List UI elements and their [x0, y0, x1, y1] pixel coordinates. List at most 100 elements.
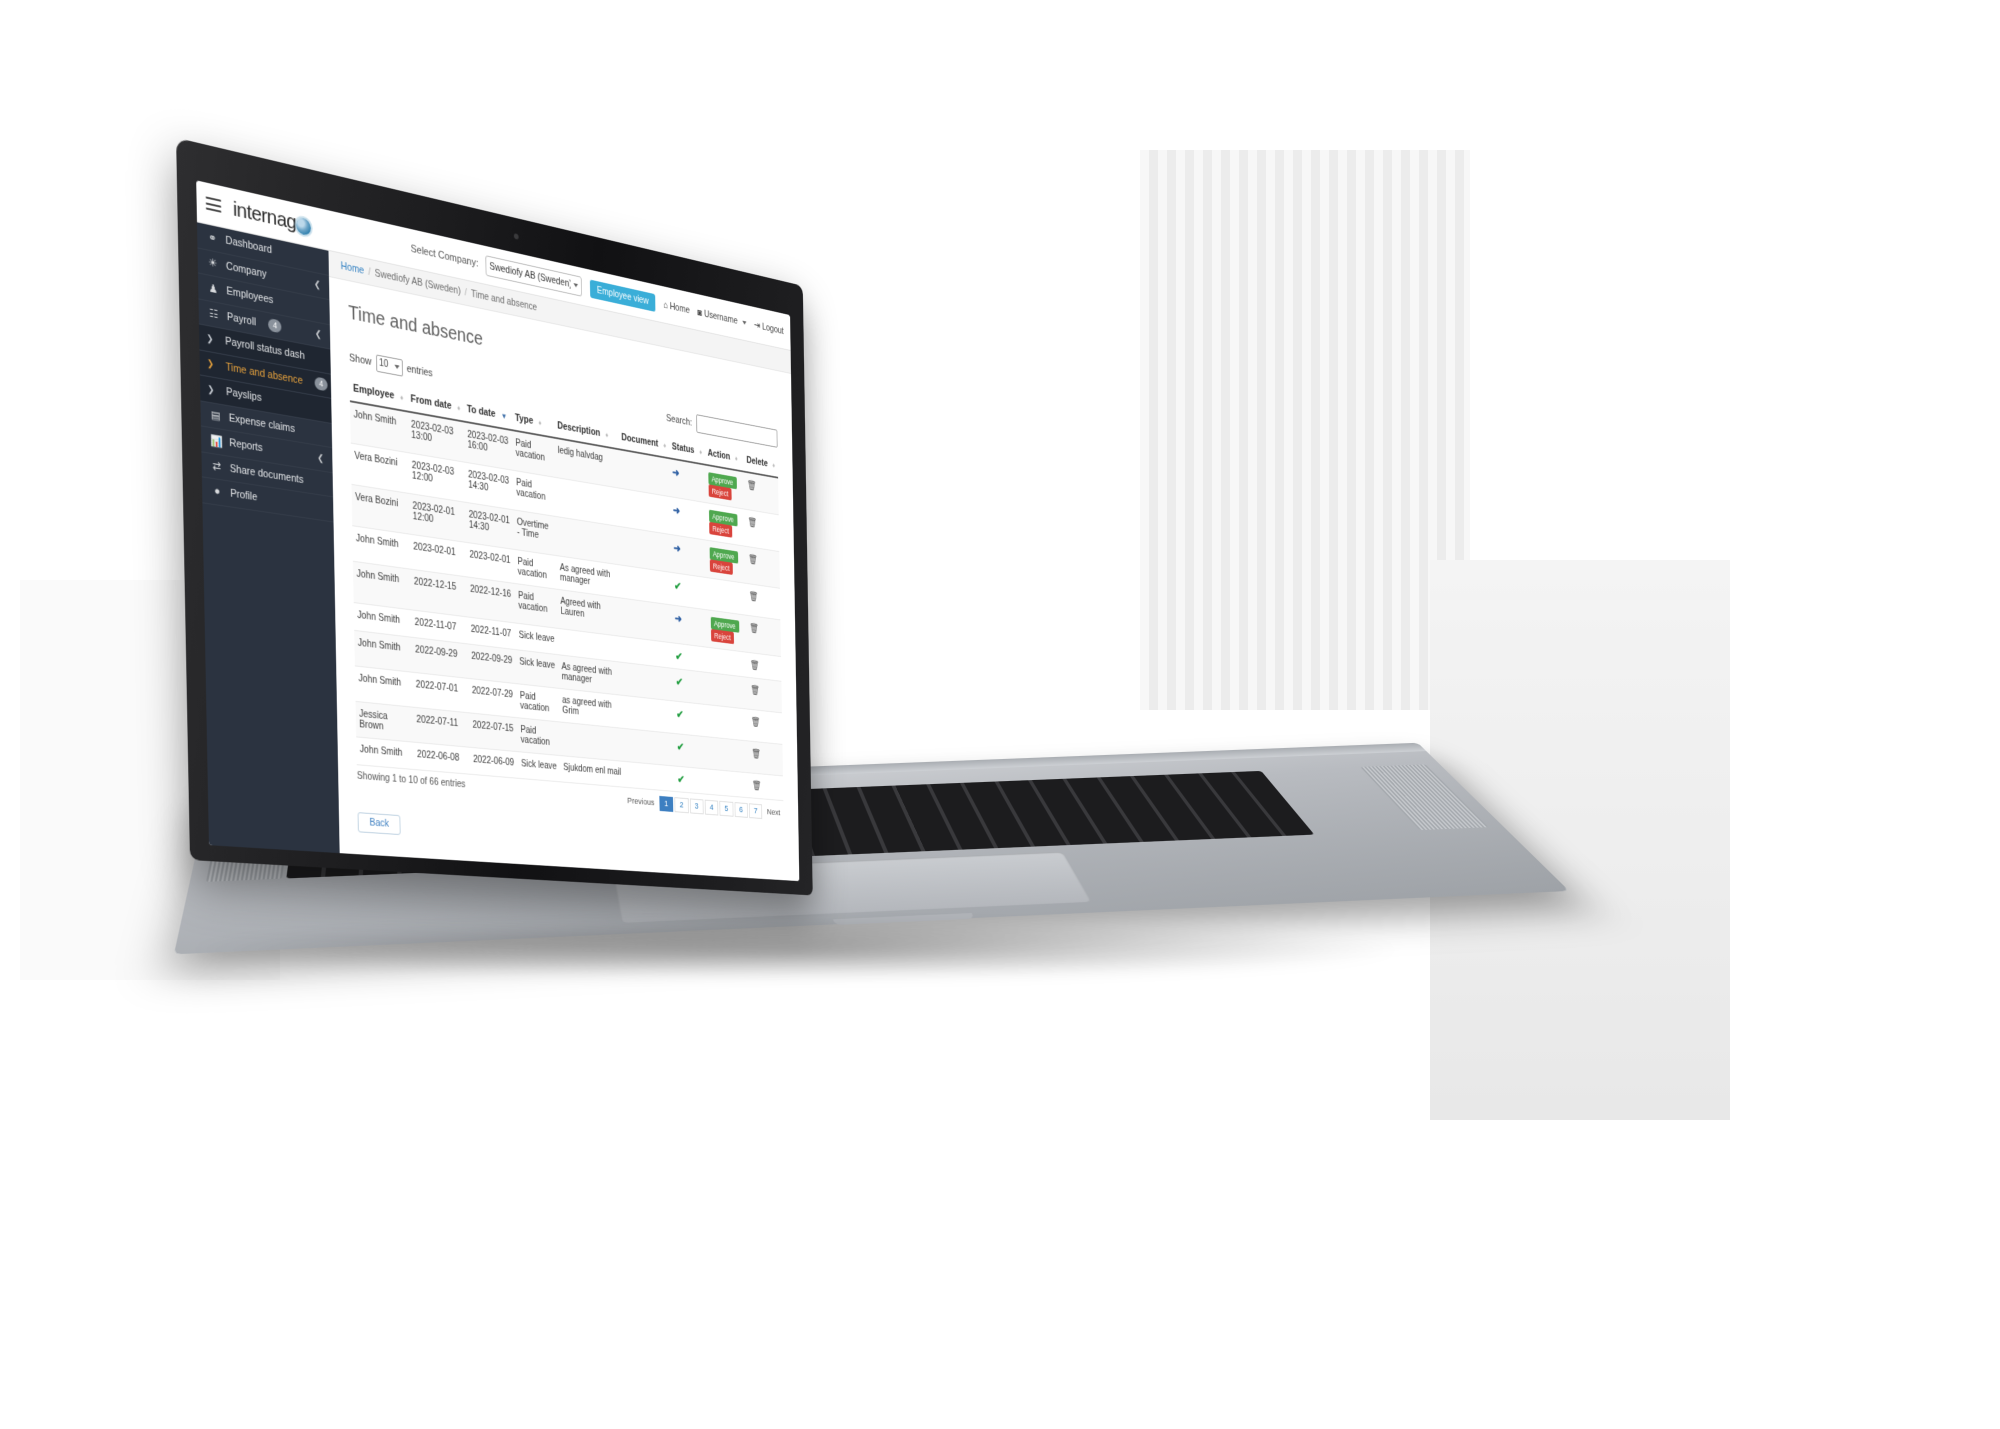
cell-type: Paid vacation — [513, 470, 556, 516]
cell-type: Overtime - Time — [513, 510, 556, 556]
sidebar-item-label: Profile — [230, 488, 257, 504]
trash-icon[interactable]: 🗑 — [748, 554, 758, 566]
nav-logout-label: Logout — [762, 321, 784, 336]
laptop-screen-bezel: internago Select Company: Swediofy AB (S… — [196, 180, 799, 881]
col-label: From date — [411, 394, 452, 412]
col-label: Delete — [746, 456, 767, 469]
trash-icon[interactable]: 🗑 — [751, 749, 761, 760]
trash-icon[interactable]: 🗑 — [752, 780, 762, 791]
sidebar-item-label: Employees — [226, 285, 273, 306]
cell-type: Sick leave — [516, 650, 559, 689]
cell-to-date: 2022-12-16 — [467, 577, 516, 623]
chevron-left-icon: ❮ — [315, 328, 322, 340]
pagination-page-1[interactable]: 1 — [659, 796, 673, 812]
cell-action — [710, 737, 749, 773]
user-icon: ◙ — [697, 307, 702, 318]
cell-delete: 🗑 — [748, 741, 782, 776]
cell-action — [709, 673, 748, 709]
pagination-page-7[interactable]: 7 — [749, 803, 762, 819]
trash-icon[interactable]: 🗑 — [749, 591, 759, 603]
col-label: Action — [708, 449, 731, 463]
employee-view-button[interactable]: Employee view — [590, 279, 655, 311]
people-icon: ♟ — [207, 281, 219, 296]
sidebar-badge: 4 — [315, 377, 328, 392]
check-icon: ✔ — [674, 579, 681, 592]
col-label: To date — [467, 404, 496, 419]
search-input[interactable] — [696, 414, 777, 448]
trash-icon[interactable]: 🗑 — [747, 480, 757, 492]
pagination-page-6[interactable]: 6 — [734, 802, 748, 818]
cell-delete: 🗑 — [749, 773, 783, 801]
cell-from-date: 2022-07-11 — [413, 707, 470, 747]
pagination-next[interactable]: Next — [763, 805, 783, 819]
pagination-page-5[interactable]: 5 — [720, 801, 734, 817]
reject-button[interactable]: Reject — [711, 629, 735, 644]
arrow-right-icon: ➜ — [673, 542, 680, 555]
logout-icon: ⇥ — [754, 319, 760, 331]
receipt-icon: ▤ — [210, 408, 222, 423]
main-content: Home / Swediofy AB (Sweden) / Time and a… — [328, 251, 799, 881]
app-screen: internago Select Company: Swediofy AB (S… — [196, 180, 799, 881]
cell-action: ApproveReject — [706, 540, 746, 583]
cell-from-date: 2022-07-01 — [412, 672, 469, 713]
pagination-page-4[interactable]: 4 — [705, 800, 719, 816]
nav-home-link[interactable]: ⌂ Home — [663, 299, 690, 315]
trash-icon[interactable]: 🗑 — [749, 623, 759, 635]
select-company-label: Select Company: — [411, 243, 479, 269]
cell-delete: 🗑 — [748, 709, 782, 744]
laptop-drop-shadow — [180, 920, 1410, 980]
back-button[interactable]: Back — [358, 812, 401, 835]
trash-icon[interactable]: 🗑 — [750, 685, 760, 696]
scene: internago Select Company: Swediofy AB (S… — [0, 0, 2000, 1429]
pagination-previous[interactable]: Previous — [623, 794, 658, 810]
cell-type: Paid vacation — [517, 718, 560, 756]
cell-delete: 🗑 — [747, 677, 781, 713]
hamburger-icon[interactable] — [206, 196, 222, 212]
home-icon: ⌂ — [663, 299, 668, 311]
sort-icon: ♦ — [772, 462, 775, 469]
cell-action — [709, 705, 748, 741]
cell-to-date: 2023-02-01 14:30 — [465, 502, 514, 549]
dashboard-icon: ⚭ — [206, 230, 218, 245]
cell-delete: 🗑 — [746, 583, 781, 620]
trash-icon[interactable]: 🗑 — [748, 517, 758, 529]
reject-button[interactable]: Reject — [709, 559, 733, 575]
webcam-icon — [514, 233, 519, 240]
cell-action — [710, 769, 749, 798]
cell-action: ApproveReject — [706, 503, 746, 547]
nav-username-menu[interactable]: ◙ Username — [697, 307, 746, 328]
arrow-right-icon: ➜ — [672, 466, 679, 480]
breadcrumb-separator: / — [465, 287, 467, 298]
cell-status: ✔ — [671, 572, 707, 610]
sidebar-item-label: Dashboard — [225, 235, 272, 257]
sort-icon-active: ▼ — [501, 413, 507, 422]
arrow-right-icon: ➜ — [675, 612, 682, 625]
search-label: Search: — [666, 412, 692, 427]
pagination-page-2[interactable]: 2 — [675, 797, 689, 813]
sort-icon: ♦ — [400, 394, 404, 402]
reject-button[interactable]: Reject — [709, 522, 733, 538]
arrow-right-icon: ➜ — [673, 504, 680, 517]
laptop-lid: internago Select Company: Swediofy AB (S… — [176, 138, 813, 896]
trash-icon[interactable]: 🗑 — [751, 717, 761, 728]
chart-icon: 📊 — [210, 434, 222, 449]
cell-status: ➜ — [670, 497, 706, 541]
cell-action — [707, 578, 746, 616]
breadcrumb-home[interactable]: Home — [341, 261, 365, 277]
entries-length-select[interactable]: 10 — [376, 354, 403, 376]
pagination-page-3[interactable]: 3 — [690, 798, 704, 814]
col-label: Status — [672, 442, 695, 456]
cell-status: ➜ — [672, 605, 708, 647]
trash-icon[interactable]: 🗑 — [750, 660, 760, 671]
chevron-right-icon: ❯ — [207, 358, 214, 370]
share-icon: ⇄ — [211, 459, 223, 474]
payroll-icon: ☷ — [208, 306, 220, 321]
chevron-down-icon — [742, 320, 746, 324]
cell-document — [623, 728, 674, 766]
nav-logout-link[interactable]: ⇥ Logout — [754, 319, 784, 336]
cell-status: ✔ — [673, 668, 709, 704]
cell-status: ➜ — [671, 534, 707, 577]
sort-icon: ♦ — [457, 404, 460, 412]
showing-entries-text: Showing 1 to 10 of 66 entries — [357, 771, 466, 790]
check-icon: ✔ — [677, 740, 684, 753]
